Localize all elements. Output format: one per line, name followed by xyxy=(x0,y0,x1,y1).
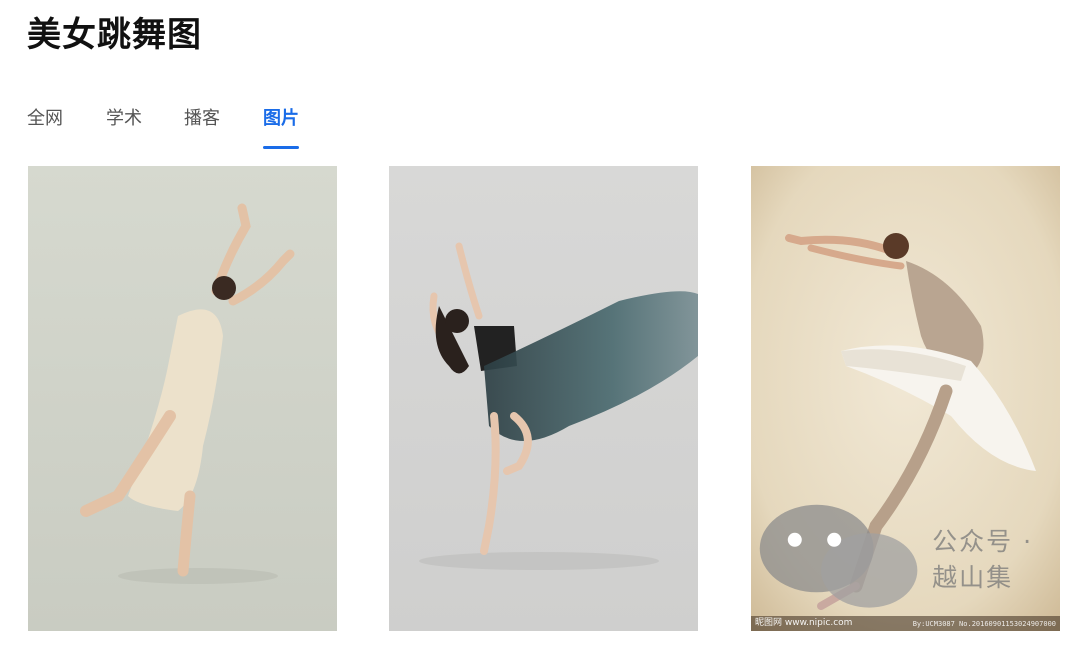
nipic-site-id: By:UCM3087 No.20160901153024907000 xyxy=(912,620,1056,628)
image-result-3[interactable]: 公众号 · 越山集 昵图网 www.nipic.com By:UCM3087 N… xyxy=(751,166,1060,631)
image-result-2[interactable] xyxy=(389,166,698,631)
tab-academic[interactable]: 学术 xyxy=(106,104,142,134)
tab-images[interactable]: 图片 xyxy=(263,104,299,134)
wechat-icon xyxy=(759,505,918,609)
wechat-watermark: 公众号 · 越山集 xyxy=(751,496,1046,619)
dancer-qipao-image xyxy=(28,166,337,631)
dancer-silk-skirt-image xyxy=(389,166,698,631)
active-tab-indicator xyxy=(263,146,299,149)
tab-all-web[interactable]: 全网 xyxy=(27,104,63,134)
tab-podcast[interactable]: 播客 xyxy=(184,104,220,134)
watermark-text: 公众号 · 越山集 xyxy=(932,526,1034,592)
image-result-1[interactable] xyxy=(28,166,337,631)
nipic-site-mark: 昵图网 www.nipic.com xyxy=(755,618,853,628)
page-title: 美女跳舞图 xyxy=(27,15,202,55)
